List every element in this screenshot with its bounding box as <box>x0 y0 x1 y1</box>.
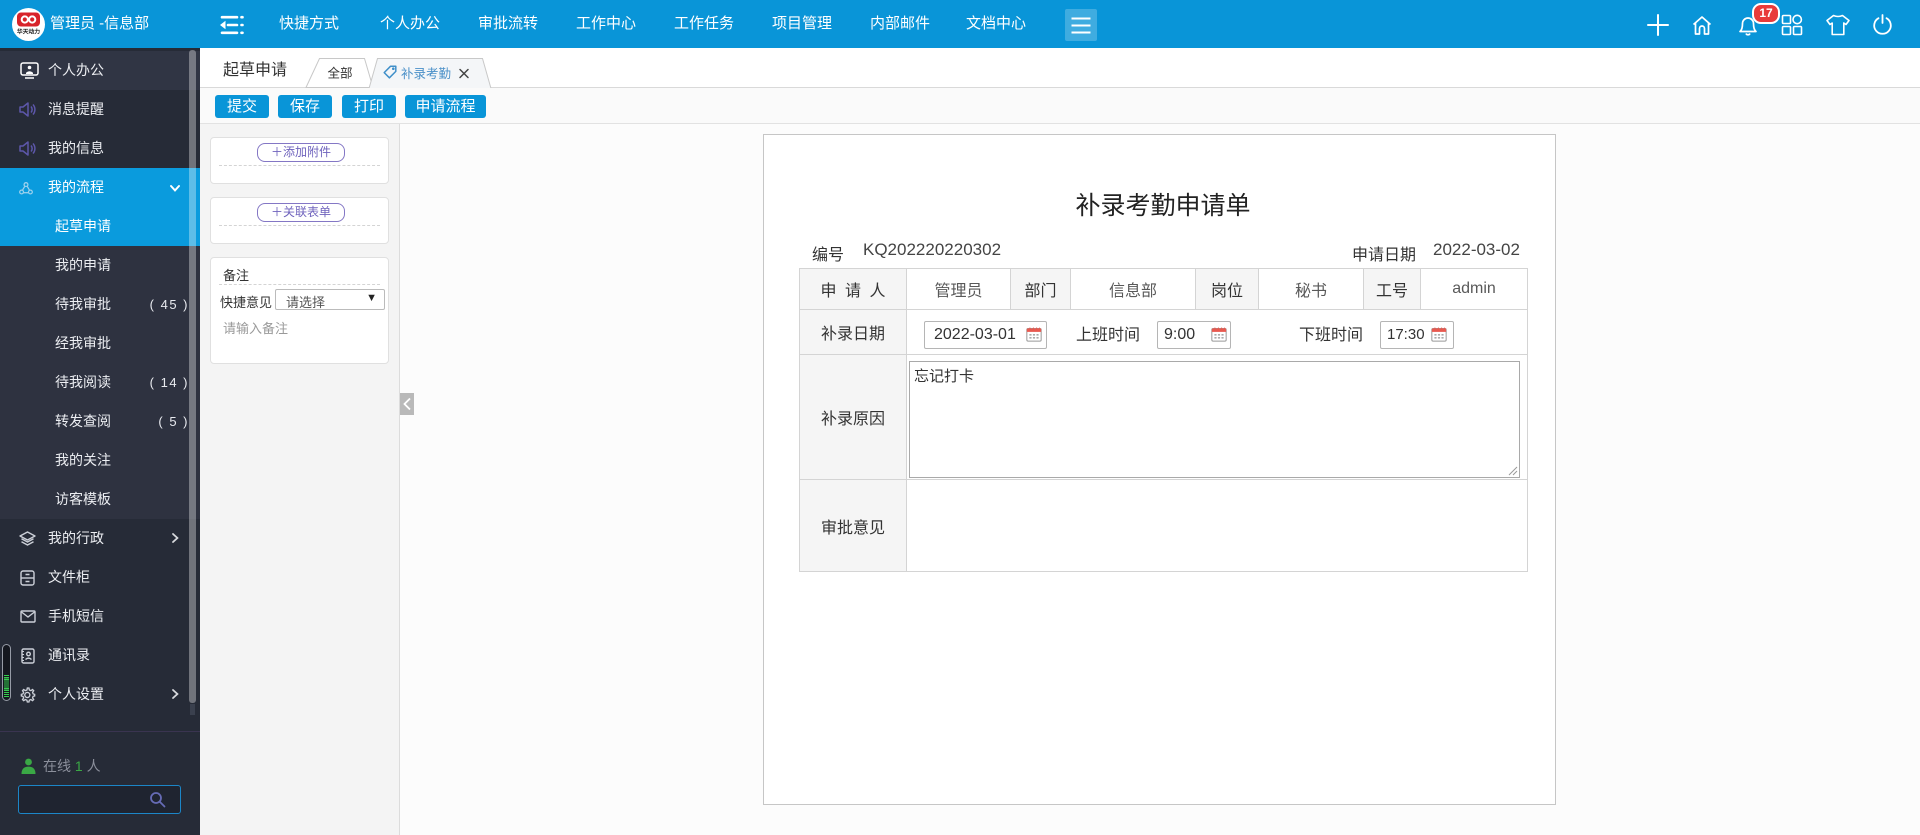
svg-text:全部: 全部 <box>327 66 352 81</box>
svg-text:华天动力: 华天动力 <box>17 28 40 36</box>
svg-text:补录考勤: 补录考勤 <box>401 66 451 81</box>
